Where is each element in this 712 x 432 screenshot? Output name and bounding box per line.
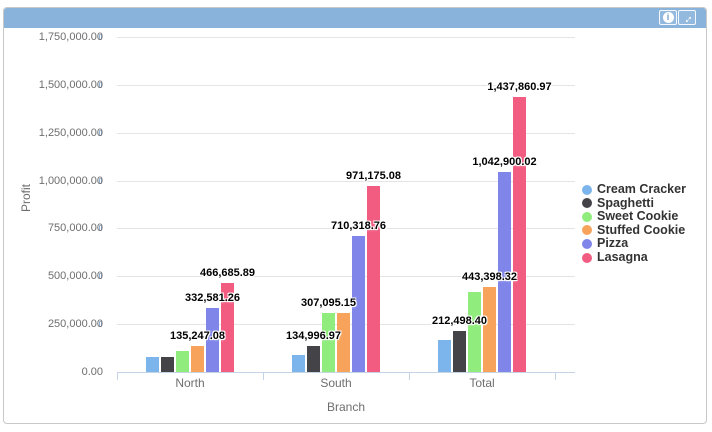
y-tick-label: 1,750,000.00	[13, 30, 103, 44]
y-tick-label: 250,000.00	[13, 317, 103, 331]
bar-value-label: 1,437,860.97	[487, 81, 551, 94]
x-axis-line	[117, 372, 575, 373]
bar-lasagna-total[interactable]	[513, 97, 526, 372]
x-category-label-total: Total	[422, 376, 542, 390]
x-axis-tick	[555, 372, 556, 380]
bar-value-label: 466,685.89	[200, 267, 255, 280]
bar-value-label: 212,498.40	[432, 315, 487, 328]
x-category-label-south: South	[276, 376, 396, 390]
x-axis-tick	[263, 372, 264, 380]
legend-dot-stuffed-cookie	[582, 225, 592, 235]
legend-dot-sweet-cookie	[582, 212, 592, 222]
y-tick-label: 500,000.00	[13, 269, 103, 283]
bar-sweet-cookie-north[interactable]	[176, 351, 189, 372]
bar-value-label: 134,996.97	[286, 330, 341, 343]
y-tick-label: 0.00	[13, 365, 103, 379]
legend-label: Spaghetti	[597, 197, 654, 210]
bar-spaghetti-north[interactable]	[161, 357, 174, 372]
y-gridline	[117, 133, 575, 134]
profit-by-branch-chart: Profit Branch 0.00250,000.00500,000.0075…	[4, 8, 706, 423]
y-tick-label: 1,000,000.00	[13, 174, 103, 188]
bar-value-label: 135,247.08	[170, 330, 225, 343]
legend-dot-cream-cracker	[582, 185, 592, 195]
bar-stuffed-cookie-north[interactable]	[191, 346, 204, 372]
bar-value-label: 971,175.08	[346, 170, 401, 183]
x-axis-tick	[117, 372, 118, 380]
bar-value-label: 307,095.15	[301, 297, 356, 310]
bar-stuffed-cookie-total[interactable]	[483, 287, 496, 372]
bar-spaghetti-total[interactable]	[453, 331, 466, 372]
bar-value-label: 443,398.32	[462, 271, 517, 284]
bar-cream-cracker-total[interactable]	[438, 340, 451, 372]
legend-label: Lasagna	[597, 251, 648, 264]
legend-item-cream-cracker[interactable]: Cream Cracker	[582, 183, 686, 196]
y-tick-label: 1,250,000.00	[13, 126, 103, 140]
bar-value-label: 332,581.26	[185, 292, 240, 305]
bar-sweet-cookie-total[interactable]	[468, 292, 481, 372]
legend-item-pizza[interactable]: Pizza	[582, 237, 628, 250]
y-tick-label: 1,500,000.00	[13, 78, 103, 92]
legend-dot-spaghetti	[582, 198, 592, 208]
bar-value-label: 710,318.76	[331, 220, 386, 233]
y-tick-label: 750,000.00	[13, 221, 103, 235]
x-axis-tick	[409, 372, 410, 380]
legend-item-stuffed-cookie[interactable]: Stuffed Cookie	[582, 224, 685, 237]
legend-item-sweet-cookie[interactable]: Sweet Cookie	[582, 210, 678, 223]
legend-dot-pizza	[582, 239, 592, 249]
legend-label: Sweet Cookie	[597, 210, 678, 223]
legend-label: Cream Cracker	[597, 183, 686, 196]
chart-panel: i ↔ Profit Branch 0.00250,000.00500,000.…	[3, 7, 707, 424]
bar-cream-cracker-north[interactable]	[146, 357, 159, 372]
legend-label: Stuffed Cookie	[597, 224, 685, 237]
x-axis-title: Branch	[117, 400, 575, 414]
x-category-label-north: North	[130, 376, 250, 390]
legend-dot-lasagna	[582, 253, 592, 263]
legend-item-spaghetti[interactable]: Spaghetti	[582, 197, 654, 210]
y-gridline	[117, 37, 575, 38]
legend-item-lasagna[interactable]: Lasagna	[582, 251, 648, 264]
bar-cream-cracker-south[interactable]	[292, 355, 305, 372]
bar-spaghetti-south[interactable]	[307, 346, 320, 372]
legend-label: Pizza	[597, 237, 628, 250]
bar-lasagna-south[interactable]	[367, 186, 380, 372]
bar-value-label: 1,042,900.02	[472, 156, 536, 169]
